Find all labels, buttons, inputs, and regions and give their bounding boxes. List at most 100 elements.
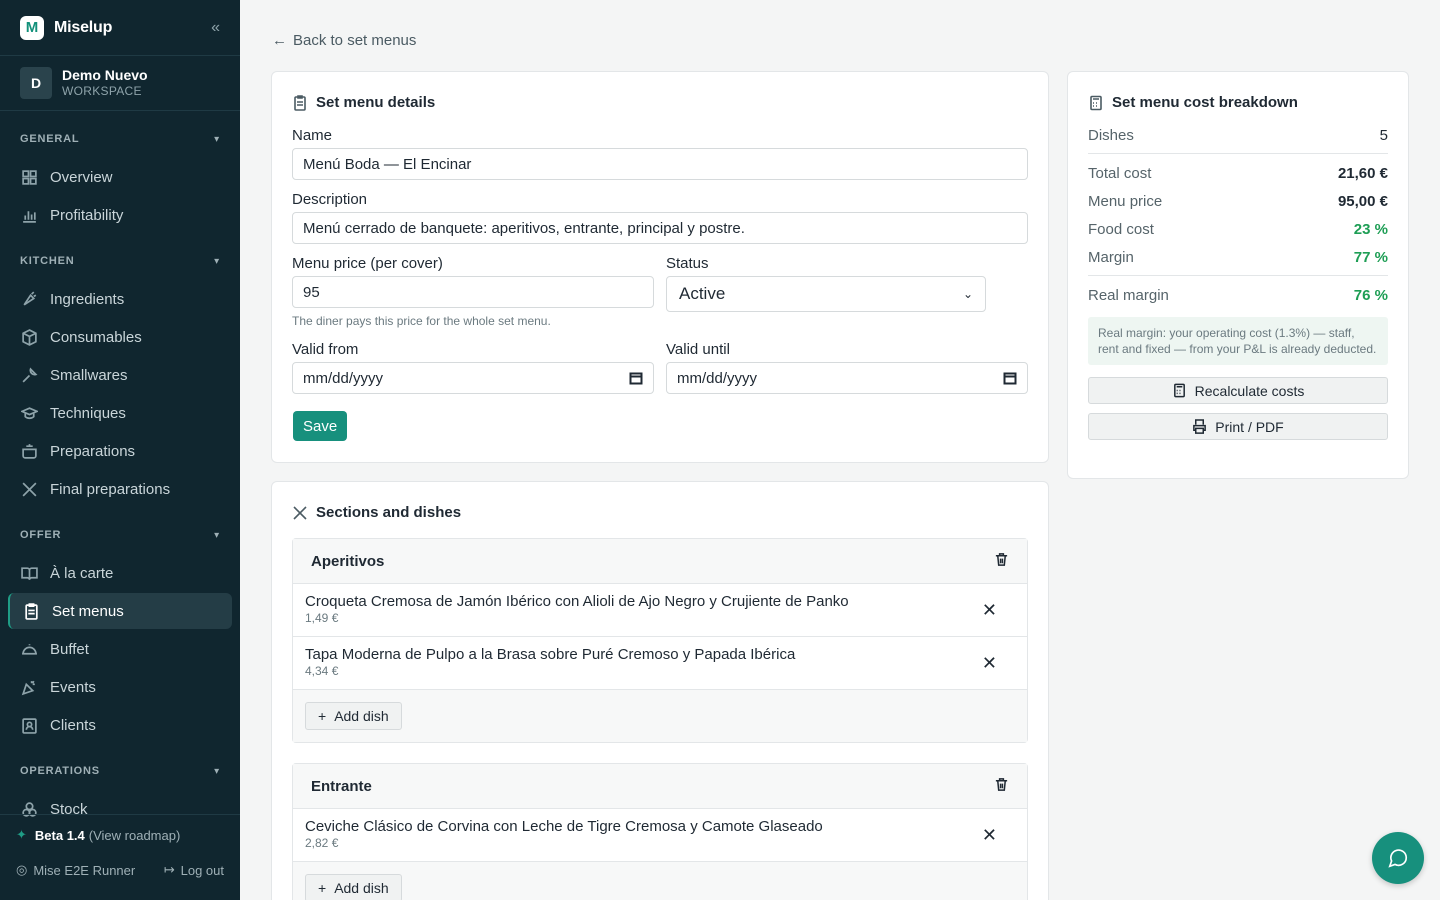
calendar-icon[interactable] (629, 371, 643, 385)
dish-price: 2,82 € (305, 836, 339, 850)
list-item: Ceviche Clásico de Corvina con Leche de … (293, 809, 1027, 862)
nav-section-title: OFFER (20, 529, 62, 541)
sidebar-item-overview[interactable]: Overview (8, 159, 232, 195)
back-link[interactable]: ← Back to set menus (272, 32, 416, 49)
remove-dish-icon[interactable]: ✕ (982, 600, 997, 621)
food-cost-label: Food cost (1088, 220, 1154, 238)
dish-section-header: Entrante (293, 764, 1027, 809)
collapse-sidebar-icon[interactable]: « (211, 19, 220, 37)
menu-price-label: Menu price (per cover) (292, 255, 443, 272)
sidebar-item-buffet[interactable]: Buffet (8, 631, 232, 667)
nav-section-title: KITCHEN (20, 255, 75, 267)
sidebar-item-final-preparations[interactable]: Final preparations (8, 471, 232, 507)
print-pdf-button[interactable]: Print / PDF (1088, 413, 1388, 440)
view-roadmap-link[interactable]: (View roadmap) (89, 828, 181, 843)
margin-row: Margin 77 % (1088, 243, 1388, 271)
chevron-down-icon: ▾ (214, 255, 220, 267)
user-row: ◎ Mise E2E Runner ↦ Log out (0, 855, 240, 885)
dish-price: 4,34 € (305, 664, 339, 678)
add-dish-area: + Add dish (293, 862, 1027, 900)
sidebar-item-label: Consumables (50, 328, 142, 346)
description-input[interactable]: Menú cerrado de banquete: aperitivos, en… (292, 212, 1028, 244)
recalculate-costs-label: Recalculate costs (1194, 382, 1305, 399)
workspace-switcher[interactable]: D Demo Nuevo WORKSPACE (0, 56, 240, 111)
plus-icon: + (318, 708, 327, 724)
dish-name: Croqueta Cremosa de Jamón Ibérico con Al… (305, 593, 849, 610)
food-cost-row: Food cost 23 % (1088, 215, 1388, 243)
message-circle-icon (1388, 849, 1408, 868)
total-cost-label: Total cost (1088, 164, 1152, 182)
carrot-icon (20, 290, 38, 308)
remove-dish-icon[interactable]: ✕ (982, 653, 997, 674)
divider (1088, 275, 1388, 276)
calendar-icon[interactable] (1003, 371, 1017, 385)
menu-price-hint: The diner pays this price for the whole … (292, 314, 551, 328)
sidebar-item-consumables[interactable]: Consumables (8, 319, 232, 355)
grid-icon (20, 168, 38, 186)
sidebar-item-clients[interactable]: Clients (8, 707, 232, 743)
nav-section-title: OPERATIONS (20, 765, 100, 777)
add-dish-label: Add dish (334, 880, 389, 896)
sidebar-item-techniques[interactable]: Techniques (8, 395, 232, 431)
workspace-name: Demo Nuevo (62, 67, 148, 83)
divider (1088, 153, 1388, 154)
menu-price-row: Menu price 95,00 € (1088, 187, 1388, 215)
menu-price-input[interactable]: 95 (292, 276, 654, 308)
sidebar-item-a-la-carte[interactable]: À la carte (8, 555, 232, 591)
nav-section-title: GENERAL (20, 133, 80, 145)
user-name[interactable]: Mise E2E Runner (33, 863, 135, 878)
chevron-down-icon: ▾ (214, 529, 220, 541)
trash-icon[interactable] (994, 777, 1009, 796)
contact-icon (20, 716, 38, 734)
remove-dish-icon[interactable]: ✕ (982, 825, 997, 846)
sidebar-item-smallwares[interactable]: Smallwares (8, 357, 232, 393)
sidebar-item-label: Clients (50, 716, 96, 734)
sidebar-item-profitability[interactable]: Profitability (8, 197, 232, 233)
utensils-icon (293, 505, 307, 520)
logout-button[interactable]: ↦ Log out (164, 862, 224, 878)
status-label: Status (666, 255, 709, 272)
workspace-subtitle: WORKSPACE (62, 84, 142, 98)
trash-icon[interactable] (994, 552, 1009, 571)
status-selected-value: Active (679, 284, 726, 303)
recalculate-costs-button[interactable]: Recalculate costs (1088, 377, 1388, 404)
total-cost-value: 21,60 € (1337, 164, 1388, 182)
name-label: Name (292, 127, 333, 144)
clipboard-icon (22, 602, 40, 620)
add-dish-label: Add dish (334, 708, 389, 724)
dish-section-name: Entrante (311, 777, 372, 795)
pot-icon (20, 442, 38, 460)
sidebar-item-preparations[interactable]: Preparations (8, 433, 232, 469)
valid-until-input[interactable]: mm/dd/yyyy (666, 362, 1028, 394)
sidebar-item-set-menus[interactable]: Set menus (8, 593, 232, 629)
valid-from-label: Valid from (292, 341, 359, 358)
box-icon (20, 328, 38, 346)
list-item: Tapa Moderna de Pulpo a la Brasa sobre P… (293, 637, 1027, 690)
status-select[interactable]: Active ⌄ (666, 276, 986, 312)
utensils-icon (20, 480, 38, 498)
sidebar-item-ingredients[interactable]: Ingredients (8, 281, 232, 317)
sidebar: M Miselup « D Demo Nuevo WORKSPACE GENER… (0, 0, 240, 900)
nav-section-general[interactable]: GENERAL ▾ (0, 121, 240, 157)
sidebar-item-events[interactable]: Events (8, 669, 232, 705)
chat-button[interactable] (1372, 832, 1424, 884)
nav-section-operations[interactable]: OPERATIONS ▾ (0, 753, 240, 789)
description-label: Description (292, 191, 368, 208)
real-margin-note: Real margin: your operating cost (1.3%) … (1088, 317, 1388, 365)
nav-section-kitchen[interactable]: KITCHEN ▾ (0, 243, 240, 279)
book-open-icon (20, 564, 38, 582)
add-dish-button[interactable]: + Add dish (305, 702, 402, 730)
add-dish-button[interactable]: + Add dish (305, 874, 402, 900)
valid-from-input[interactable]: mm/dd/yyyy (292, 362, 654, 394)
brand-logo[interactable]: M (20, 15, 44, 40)
logout-icon: ↦ (163, 862, 175, 877)
sections-card-title: Sections and dishes (292, 504, 461, 521)
nav-section-offer[interactable]: OFFER ▾ (0, 517, 240, 553)
name-input[interactable]: Menú Boda — El Encinar (292, 148, 1028, 180)
brand-name[interactable]: Miselup (54, 19, 112, 37)
food-cost-value: 23 % (1353, 220, 1388, 238)
dish-name: Tapa Moderna de Pulpo a la Brasa sobre P… (305, 646, 796, 663)
menu-price-summary-label: Menu price (1088, 192, 1163, 210)
print-pdf-label: Print / PDF (1215, 418, 1284, 435)
save-button[interactable]: Save (293, 411, 348, 441)
